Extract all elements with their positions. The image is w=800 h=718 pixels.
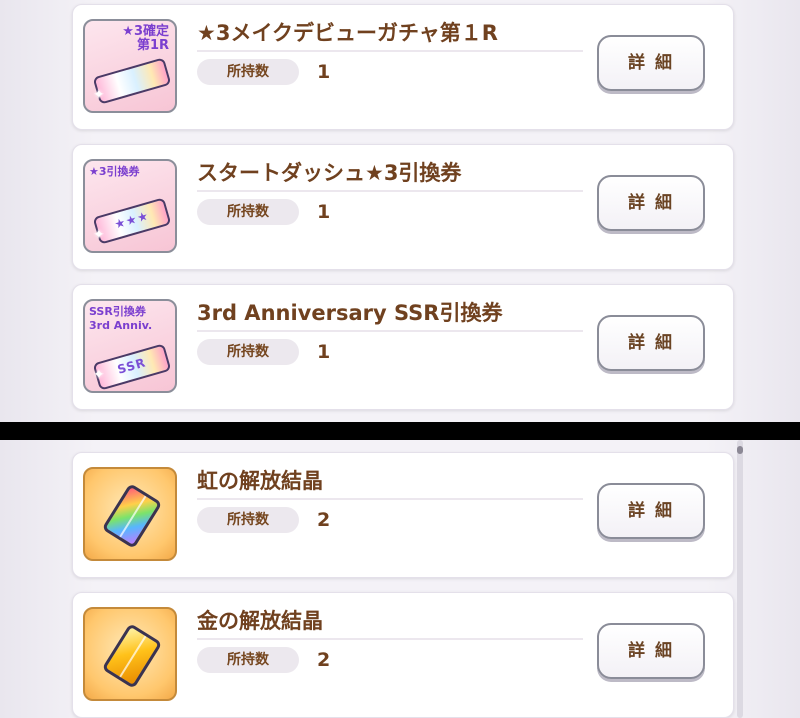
exchange-ticket-icon: ★3引換券 ★★★ ✦	[83, 159, 177, 253]
item-name: スタートダッシュ★3引換券	[197, 161, 462, 185]
icon-label-line1: SSR引換券	[89, 305, 146, 318]
icon-label-line1: ★3確定	[122, 24, 169, 39]
screenshot-divider	[0, 422, 800, 440]
owned-label: 所持数	[197, 647, 299, 673]
gem-shape	[101, 483, 163, 549]
list-item: ★3引換券 ★★★ ✦ スタートダッシュ★3引換券 所持数 1 詳細	[72, 144, 734, 270]
ticket-text: ★★★	[112, 208, 151, 232]
sparkle-icon: ✦	[93, 367, 105, 383]
list-item: 金の解放結晶 所持数 2 詳細	[72, 592, 734, 718]
owned-count: 1	[317, 61, 331, 83]
item-name: 3rd Anniversary SSR引換券	[197, 301, 503, 325]
icon-label-line2: 3rd Anniv.	[89, 319, 153, 332]
gold-crystal-icon	[83, 607, 177, 701]
detail-button[interactable]: 詳細	[597, 35, 705, 91]
list-item: 虹の解放結晶 所持数 2 詳細	[72, 452, 734, 578]
sparkle-icon: ✦	[93, 227, 105, 243]
divider	[197, 50, 583, 52]
rainbow-crystal-icon	[83, 467, 177, 561]
detail-button[interactable]: 詳細	[597, 175, 705, 231]
owned-count: 2	[317, 509, 331, 531]
gacha-ticket-icon: ★3確定 第1R ✦	[83, 19, 177, 113]
detail-button[interactable]: 詳細	[597, 623, 705, 679]
ticket-text	[96, 64, 163, 83]
detail-button[interactable]: 詳細	[597, 483, 705, 539]
item-list-bottom: 虹の解放結晶 所持数 2 詳細 金の解放結晶 所持数 2 詳細	[0, 440, 800, 718]
scrollbar-thumb[interactable]	[737, 446, 743, 454]
item-name: 金の解放結晶	[197, 609, 323, 633]
owned-label: 所持数	[197, 339, 299, 365]
icon-label: ★3確定 第1R	[122, 25, 169, 53]
item-list-top: ★3確定 第1R ✦ ★3メイクデビューガチャ第１R 所持数 1 詳細 ★3引換…	[0, 0, 800, 422]
icon-label-line1: ★3引換券	[89, 165, 140, 178]
divider	[197, 190, 583, 192]
icon-label: SSR引換券 3rd Anniv.	[89, 305, 152, 333]
divider	[197, 330, 583, 332]
icon-label: ★3引換券	[89, 165, 140, 179]
gem-shape	[101, 623, 163, 689]
owned-label: 所持数	[197, 199, 299, 225]
sparkle-icon: ✦	[93, 87, 105, 103]
owned-count: 2	[317, 649, 331, 671]
ticket-text: SSR	[115, 355, 148, 377]
icon-label-line2: 第1R	[136, 38, 169, 53]
owned-count: 1	[317, 341, 331, 363]
scrollbar[interactable]	[737, 440, 743, 718]
item-name: ★3メイクデビューガチャ第１R	[197, 21, 498, 45]
ssr-ticket-icon: SSR引換券 3rd Anniv. SSR ✦	[83, 299, 177, 393]
list-item: ★3確定 第1R ✦ ★3メイクデビューガチャ第１R 所持数 1 詳細	[72, 4, 734, 130]
divider	[197, 498, 583, 500]
divider	[197, 638, 583, 640]
list-item: SSR引換券 3rd Anniv. SSR ✦ 3rd Anniversary …	[72, 284, 734, 410]
owned-count: 1	[317, 201, 331, 223]
owned-label: 所持数	[197, 59, 299, 85]
owned-label: 所持数	[197, 507, 299, 533]
detail-button[interactable]: 詳細	[597, 315, 705, 371]
item-name: 虹の解放結晶	[197, 469, 323, 493]
